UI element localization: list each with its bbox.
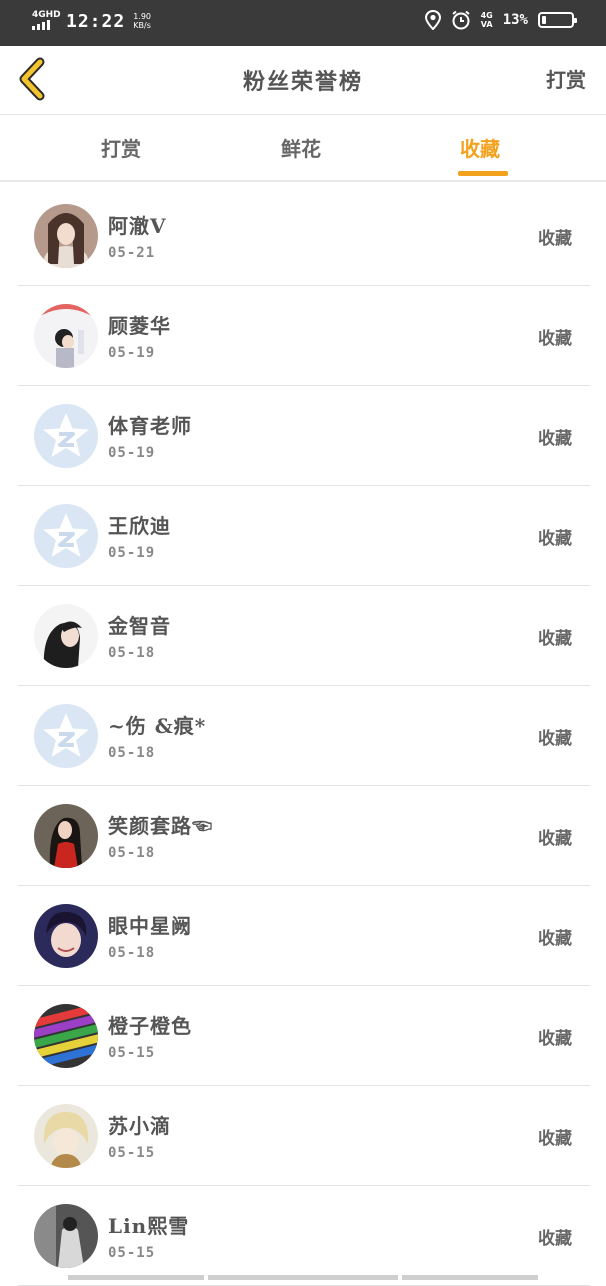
- fan-name: 苏小滴: [108, 1114, 171, 1138]
- fan-action: 收藏: [538, 429, 572, 449]
- fan-date: 05-21: [108, 245, 156, 261]
- list-item[interactable]: 苏小滴 05-15 收藏: [18, 1086, 590, 1186]
- default-star-avatar-icon: [34, 404, 98, 468]
- fan-action: 收藏: [538, 1229, 572, 1249]
- status-left: 4GHD 12:22 1.90 KB/s: [32, 8, 151, 34]
- list-item[interactable]: 金智音 05-18 收藏: [18, 586, 590, 686]
- fan-name: 眼中星阙: [108, 914, 192, 938]
- fan-date: 05-19: [108, 445, 156, 461]
- network-type: 4GHD: [32, 10, 61, 20]
- fan-date: 05-19: [108, 345, 156, 361]
- active-tab-indicator: [458, 171, 508, 176]
- mobile-data-indicator: 4G VA: [481, 11, 493, 29]
- default-star-avatar-icon: [34, 504, 98, 568]
- list-item[interactable]: 笑颜套路☜ 05-18 收藏: [18, 786, 590, 886]
- fan-date: 05-15: [108, 1145, 156, 1161]
- list-item[interactable]: ~伤 &痕* 05-18 收藏: [18, 686, 590, 786]
- fan-action: 收藏: [538, 929, 572, 949]
- fan-name: 王欣迪: [108, 514, 171, 538]
- page-title: 粉丝荣誉榜: [242, 69, 363, 95]
- fan-name: 体育老师: [108, 414, 192, 438]
- fan-action: 收藏: [538, 1129, 572, 1149]
- fan-name: 金智音: [108, 614, 171, 638]
- fan-name: 阿澈V: [108, 214, 167, 238]
- list-item[interactable]: 眼中星阙 05-18 收藏: [18, 886, 590, 986]
- fan-name: 笑颜套路☜: [108, 814, 213, 838]
- list-item[interactable]: Lin熙雪 05-15 收藏: [18, 1186, 590, 1286]
- avatar: [34, 904, 98, 968]
- scroll-indicator: [68, 1275, 204, 1280]
- fan-date: 05-15: [108, 1045, 156, 1061]
- list-item[interactable]: 顾菱华 05-19 收藏: [18, 286, 590, 386]
- network-speed: 1.90 KB/s: [133, 12, 151, 30]
- list-item[interactable]: 阿澈V 05-21 收藏: [18, 186, 590, 286]
- signal-icon: 4GHD: [32, 8, 61, 34]
- battery-percent: 13%: [502, 12, 528, 28]
- tab-bar: 打赏 鲜花 收藏: [0, 115, 606, 182]
- fan-date: 05-15: [108, 1245, 156, 1261]
- app-header: 粉丝荣誉榜 打赏: [0, 46, 606, 115]
- speed-value: 1.90: [133, 12, 151, 21]
- fan-date: 05-19: [108, 545, 156, 561]
- fan-name: ~伤 &痕*: [108, 714, 207, 738]
- avatar: [34, 1004, 98, 1068]
- tab-favorites[interactable]: 收藏: [460, 133, 500, 162]
- clock: 12:22: [66, 10, 126, 32]
- tab-reward[interactable]: 打赏: [101, 133, 141, 162]
- avatar: [34, 304, 98, 368]
- fan-name: Lin熙雪: [108, 1214, 190, 1238]
- fan-date: 05-18: [108, 745, 156, 761]
- status-bar: 4GHD 12:22 1.90 KB/s 4G VA 13%: [0, 0, 606, 46]
- alarm-icon: [451, 10, 470, 30]
- list-item[interactable]: 橙子橙色 05-15 收藏: [18, 986, 590, 1086]
- fan-date: 05-18: [108, 945, 156, 961]
- avatar: [34, 1204, 98, 1268]
- list-item[interactable]: 体育老师 05-19 收藏: [18, 386, 590, 486]
- avatar: [34, 604, 98, 668]
- fan-list: 阿澈V 05-21 收藏 顾菱华 05-19 收藏 体育老师 05-19 收藏 …: [18, 186, 590, 1286]
- fan-action: 收藏: [538, 229, 572, 249]
- battery-icon: [538, 12, 577, 28]
- list-item[interactable]: 王欣迪 05-19 收藏: [18, 486, 590, 586]
- location-icon: [424, 10, 441, 30]
- volte-label: VA: [480, 20, 493, 29]
- fan-name: 顾菱华: [108, 314, 171, 338]
- reward-button[interactable]: 打赏: [546, 64, 586, 93]
- speed-unit: KB/s: [133, 21, 151, 30]
- scroll-indicator: [208, 1275, 398, 1280]
- fan-action: 收藏: [538, 729, 572, 749]
- tab-flowers[interactable]: 鲜花: [281, 133, 321, 162]
- scroll-indicator: [402, 1275, 538, 1280]
- avatar: [34, 204, 98, 268]
- fan-action: 收藏: [538, 829, 572, 849]
- fan-action: 收藏: [538, 529, 572, 549]
- network-4g-label: 4G: [480, 11, 493, 20]
- fan-name: 橙子橙色: [108, 1014, 192, 1038]
- status-right: 4G VA 13%: [424, 10, 577, 30]
- default-star-avatar-icon: [34, 704, 98, 768]
- avatar: [34, 1104, 98, 1168]
- fan-action: 收藏: [538, 329, 572, 349]
- fan-date: 05-18: [108, 845, 156, 861]
- avatar: [34, 804, 98, 868]
- fan-date: 05-18: [108, 645, 156, 661]
- fan-action: 收藏: [538, 1029, 572, 1049]
- fan-action: 收藏: [538, 629, 572, 649]
